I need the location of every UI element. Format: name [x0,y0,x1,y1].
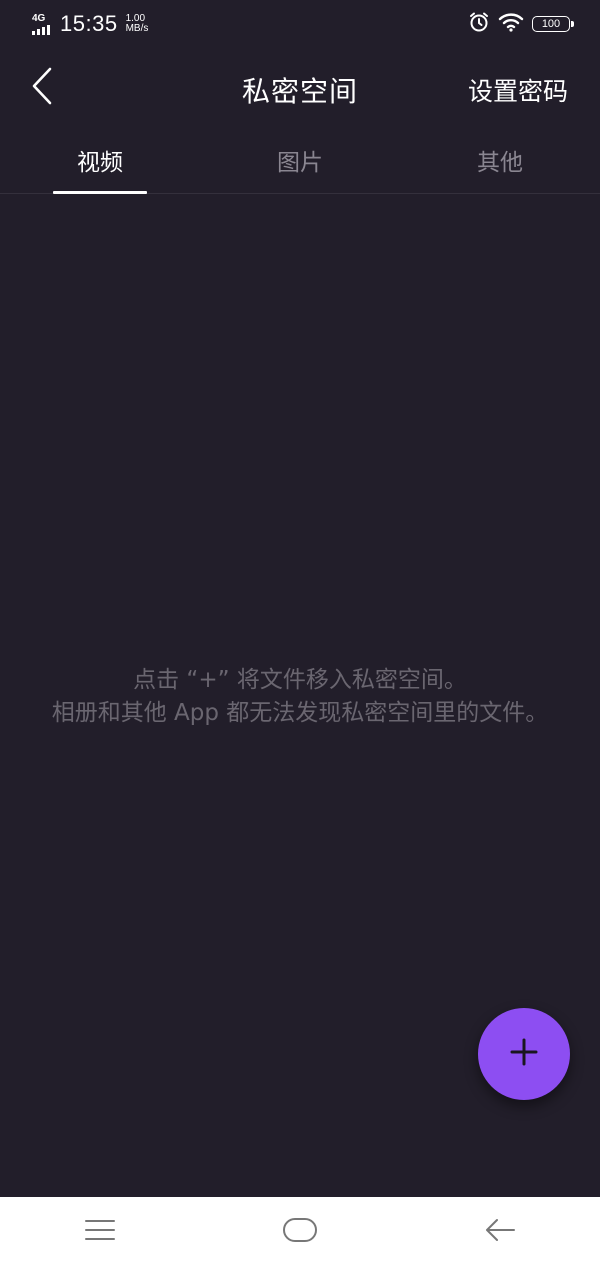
tab-images[interactable]: 图片 [200,128,400,193]
wifi-icon [498,12,524,36]
tab-videos[interactable]: 视频 [0,128,200,194]
tab-bar: 视频 图片 其他 [0,128,600,194]
empty-state-line-1: 点击 “+” 将文件移入私密空间。 [133,667,467,693]
alarm-icon [468,11,490,37]
add-file-button[interactable] [478,1008,570,1100]
empty-state-line-2: 相册和其他 App 都无法发现私密空间里的文件。 [51,700,549,726]
back-arrow-icon [484,1217,516,1247]
home-icon [282,1217,318,1247]
status-left: 4G 15:35 1.00 MB/s [32,11,148,37]
status-time: 15:35 [60,11,118,36]
network-type: 4G [32,12,46,24]
tab-others[interactable]: 其他 [400,128,600,193]
menu-icon [84,1218,116,1246]
nav-back-button[interactable] [460,1202,540,1262]
status-right: 100 [468,11,574,37]
battery-icon: 100 [532,16,574,32]
speed-unit: MB/s [125,23,149,34]
system-nav-bar [0,1197,600,1267]
empty-state-message: 点击 “+” 将文件移入私密空间。 相册和其他 App 都无法发现私密空间里的文… [0,664,600,730]
battery-level: 100 [541,18,561,30]
app-header: 私密空间 设置密码 [0,48,600,128]
set-password-button[interactable]: 设置密码 [468,72,568,108]
nav-home-button[interactable] [260,1202,340,1262]
status-bar: 4G 15:35 1.00 MB/s 100 [0,0,600,48]
signal-icon: 4G [32,12,54,35]
network-speed: 1.00 MB/s [126,14,149,34]
nav-menu-button[interactable] [60,1202,140,1262]
plus-icon [509,1037,539,1071]
